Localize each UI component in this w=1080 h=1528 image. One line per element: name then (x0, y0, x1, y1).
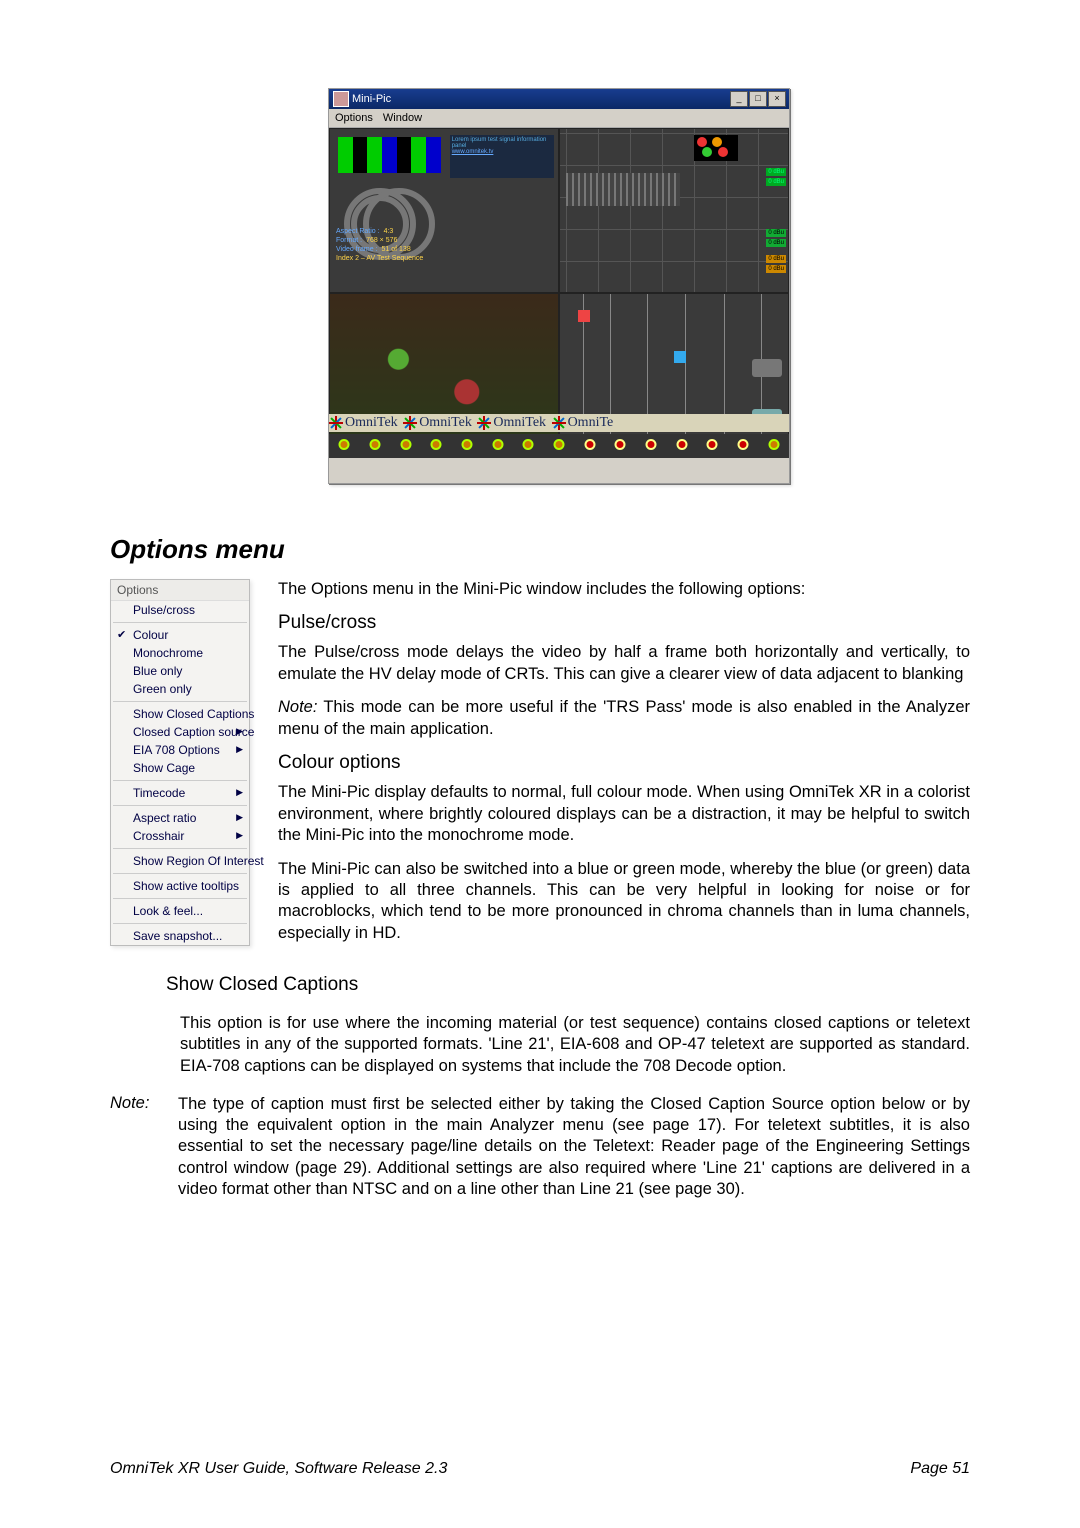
info-overlay-blue: Lorem ipsum test signal information pane… (450, 135, 554, 178)
intro-text: The Options menu in the Mini-Pic window … (278, 579, 970, 600)
footer-left: OmniTek XR User Guide, Software Release … (110, 1460, 447, 1478)
menu-item-look-feel[interactable]: Look & feel... (111, 902, 249, 920)
titlebar[interactable]: Mini-Pic _ □ × (329, 89, 789, 109)
section-heading: Options menu (110, 534, 970, 565)
scc-paragraph: This option is for use where the incomin… (180, 1013, 970, 1077)
submenu-arrow-icon: ▶ (236, 830, 243, 841)
note-label: Note: (110, 1094, 162, 1201)
minimize-button[interactable]: _ (730, 91, 748, 107)
menu-options[interactable]: Options (335, 112, 373, 124)
menu-item-aspect[interactable]: Aspect ratio▶ (111, 809, 249, 827)
quadrant-top-right: 0 dBu0 dBu 0 dBu 0 dBu 0 dBu 0 dBu (559, 128, 789, 293)
menu-window[interactable]: Window (383, 112, 422, 124)
menu-item-roi[interactable]: Show Region Of Interest (111, 852, 249, 870)
checkmark-icon: ✔ (117, 628, 126, 641)
menu-item-colour[interactable]: ✔Colour (111, 626, 249, 644)
pulse-note: Note: This mode can be more useful if th… (278, 697, 970, 740)
menu-item-pulse-cross[interactable]: Pulse/cross (111, 601, 249, 619)
watermark-row: OmniTek OmniTek OmniTek OmniTe (329, 414, 789, 432)
menu-item-eia708[interactable]: EIA 708 Options▶ (111, 741, 249, 759)
options-menu-panel: Options Pulse/cross ✔Colour Monochrome B… (110, 579, 250, 946)
quadrant-top-left: Lorem ipsum test signal information pane… (329, 128, 559, 293)
menubar: Options Window (329, 109, 789, 128)
scc-note: The type of caption must first be select… (178, 1094, 970, 1201)
info-overlay-text: Aspect Ratio :4:3 Format :768 × 576 Vide… (336, 227, 423, 263)
mini-pic-window: Mini-Pic _ □ × Options Window (328, 88, 790, 484)
heading-colour-options: Colour options (278, 752, 970, 774)
colour-paragraph-1: The Mini-Pic display defaults to normal,… (278, 782, 970, 846)
thumbnail-strip (329, 434, 789, 458)
menu-item-show-cage[interactable]: Show Cage (111, 759, 249, 777)
menu-item-green-only[interactable]: Green only (111, 680, 249, 698)
close-button[interactable]: × (768, 91, 786, 107)
level-badges: 0 dBu 0 dBu 0 dBu 0 dBu (766, 227, 786, 275)
submenu-arrow-icon: ▶ (236, 726, 243, 737)
maximize-button[interactable]: □ (749, 91, 767, 107)
menu-item-monochrome[interactable]: Monochrome (111, 644, 249, 662)
options-menu-header: Options (111, 580, 249, 601)
menu-item-tooltips[interactable]: Show active tooltips (111, 877, 249, 895)
menu-item-cc-source[interactable]: Closed Caption source▶ (111, 723, 249, 741)
app-icon (333, 91, 349, 107)
menu-item-save-snapshot[interactable]: Save snapshot... (111, 927, 249, 945)
menu-item-crosshair[interactable]: Crosshair▶ (111, 827, 249, 845)
menu-item-blue-only[interactable]: Blue only (111, 662, 249, 680)
heading-pulse-cross: Pulse/cross (278, 612, 970, 634)
footer-right: Page 51 (910, 1460, 970, 1478)
menu-item-timecode[interactable]: Timecode▶ (111, 784, 249, 802)
window-title: Mini-Pic (352, 93, 391, 105)
video-area: Lorem ipsum test signal information pane… (329, 128, 789, 458)
heading-show-cc: Show Closed Captions (166, 974, 970, 996)
level-badges-green: 0 dBu0 dBu (766, 166, 786, 188)
colour-paragraph-2: The Mini-Pic can also be switched into a… (278, 859, 970, 945)
pulse-paragraph: The Pulse/cross mode delays the video by… (278, 642, 970, 685)
submenu-arrow-icon: ▶ (236, 812, 243, 823)
menu-item-show-cc[interactable]: Show Closed Captions (111, 705, 249, 723)
submenu-arrow-icon: ▶ (236, 787, 243, 798)
submenu-arrow-icon: ▶ (236, 744, 243, 755)
